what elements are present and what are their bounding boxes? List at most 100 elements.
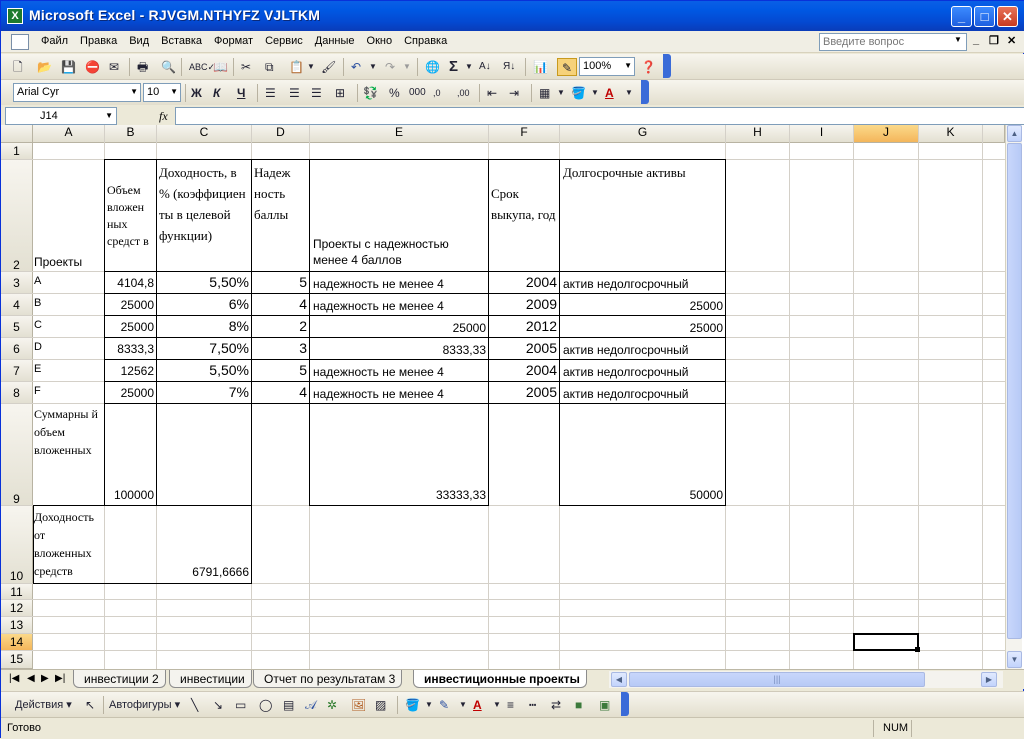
autosum-icon[interactable]: Σ (449, 58, 458, 76)
cell-e4[interactable]: надежность не менее 4 (309, 293, 489, 316)
zoom-select[interactable]: 100% ▼ (579, 57, 635, 76)
line-color-icon[interactable]: ✎ (439, 696, 449, 714)
sort-descending-icon[interactable]: Я↓ (503, 58, 515, 76)
cell-f3[interactable]: 2004 (488, 271, 560, 294)
column-header-k[interactable]: K (919, 125, 983, 143)
cell-c3[interactable]: 5,50% (156, 271, 252, 294)
new-icon[interactable]: 🗋 (13, 58, 23, 76)
active-cell-j14[interactable] (853, 633, 919, 651)
next-sheet-icon[interactable]: ▶ (41, 673, 49, 684)
column-header-h[interactable]: H (726, 125, 790, 143)
clipart-icon[interactable]: 🖼 (351, 696, 366, 714)
chevron-down-icon[interactable]: ▼ (403, 58, 411, 76)
cell-e8[interactable]: надежность не менее 4 (309, 381, 489, 404)
chevron-down-icon[interactable]: ▼ (591, 84, 599, 102)
align-center-icon[interactable]: ☰ (289, 84, 300, 102)
cell-f8[interactable]: 2005 (488, 381, 560, 404)
column-header-c[interactable]: C (157, 125, 252, 143)
cell-b7[interactable]: 12562 (104, 359, 157, 382)
draw-actions-menu[interactable]: Действия ▾ (15, 696, 72, 714)
column-header-g[interactable]: G (560, 125, 726, 143)
cell-b4[interactable]: 25000 (104, 293, 157, 316)
cell-a5[interactable]: C (34, 318, 104, 336)
cell-c10[interactable]: 6791,6666 (156, 565, 251, 583)
cell-e9[interactable]: 33333,33 (309, 403, 489, 506)
print-preview-icon[interactable]: 🔍 (161, 58, 176, 76)
cell-b8[interactable]: 25000 (104, 381, 157, 404)
toolbar-options-icon[interactable] (641, 80, 649, 104)
oval-icon[interactable]: ◯ (259, 696, 272, 714)
row-header-1[interactable]: 1 (1, 143, 33, 160)
spelling-icon[interactable]: ABC✓ (189, 58, 215, 76)
column-header-i[interactable]: I (790, 125, 854, 143)
permission-icon[interactable]: ⛔ (85, 58, 100, 76)
email-icon[interactable]: ✉ (109, 58, 119, 76)
cell-d5[interactable]: 2 (251, 315, 310, 338)
sheet-tab-invest-2[interactable]: инвестиции 2 (73, 670, 166, 688)
doc-restore-button[interactable]: ❐ (989, 34, 999, 47)
scroll-down-icon[interactable]: ▼ (1007, 651, 1022, 668)
borders-icon[interactable]: ▦ (539, 84, 550, 102)
select-all-corner[interactable] (1, 125, 33, 143)
row-header-13[interactable]: 13 (1, 617, 33, 634)
scroll-right-icon[interactable]: ▶ (981, 672, 997, 687)
font-color-icon[interactable]: A (605, 84, 614, 102)
workbook-icon[interactable] (11, 34, 29, 50)
column-header-l[interactable] (983, 125, 1005, 143)
paste-icon[interactable]: 📋 (289, 58, 304, 76)
increase-decimal-icon[interactable]: ,0 (433, 84, 441, 102)
row-header-6[interactable]: 6 (1, 338, 33, 360)
cell-c6[interactable]: 7,50% (156, 337, 252, 360)
menu-view[interactable]: Вид (129, 35, 157, 47)
column-header-a[interactable]: A (33, 125, 105, 143)
chevron-down-icon[interactable]: ▼ (369, 58, 377, 76)
excel-app-icon[interactable]: X (7, 8, 23, 24)
row-header-9[interactable]: 9 (1, 404, 33, 506)
cell-a7[interactable]: E (34, 362, 104, 380)
cell-g5[interactable]: 25000 (559, 315, 726, 338)
line-style-icon[interactable]: ≡ (507, 696, 514, 714)
cell-d3[interactable]: 5 (251, 271, 310, 294)
cell-g3[interactable]: актив недолгосрочный (559, 271, 726, 294)
hyperlink-icon[interactable]: 🌐 (425, 58, 440, 76)
sheet-tab-invest-projects[interactable]: инвестиционные проекты (413, 670, 587, 688)
wordart-icon[interactable]: 𝒜 (305, 696, 316, 714)
cut-icon[interactable]: ✂ (241, 58, 251, 76)
sheet-tab-report-3[interactable]: Отчет по результатам 3 (253, 670, 403, 688)
cell-e6[interactable]: 8333,33 (309, 337, 489, 360)
cell-c9[interactable] (156, 403, 252, 506)
cell-a2[interactable]: Проекты (34, 255, 104, 271)
toolbar-options-icon[interactable] (621, 692, 629, 716)
row-header-3[interactable]: 3 (1, 272, 33, 294)
row-header-11[interactable]: 11 (1, 584, 33, 600)
menu-tools[interactable]: Сервис (265, 35, 311, 47)
menu-help[interactable]: Справка (404, 35, 455, 47)
name-box[interactable]: J14 ▼ (5, 107, 117, 125)
redo-icon[interactable]: ↷ (385, 58, 395, 76)
cell-d8[interactable]: 4 (251, 381, 310, 404)
row-header-2[interactable]: 2 (1, 160, 33, 272)
chart-wizard-icon[interactable]: 📊 (533, 58, 548, 76)
fill-color-draw-icon[interactable]: 🪣 (405, 696, 420, 714)
align-right-icon[interactable]: ☰ (311, 84, 322, 102)
horizontal-scrollbar[interactable]: ◀ ||| ▶ (609, 671, 1003, 688)
help-question-input[interactable]: Введите вопрос (819, 33, 967, 51)
cell-c4[interactable]: 6% (156, 293, 252, 316)
italic-button[interactable]: К (213, 84, 220, 102)
font-size-select[interactable]: 10 ▼ (143, 83, 181, 102)
decrease-decimal-icon[interactable]: ,00 (457, 84, 470, 102)
cell-b2[interactable]: Объем вложен ных средст в (104, 159, 157, 272)
cell-g8[interactable]: актив недолгосрочный (559, 381, 726, 404)
first-sheet-icon[interactable]: |◀ (9, 673, 19, 684)
sheet-tab-invest[interactable]: инвестиции (169, 670, 252, 688)
column-header-b[interactable]: B (105, 125, 157, 143)
sort-ascending-icon[interactable]: A↓ (479, 58, 491, 76)
increase-indent-icon[interactable]: ⇥ (509, 84, 519, 102)
cell-f5[interactable]: 2012 (488, 315, 560, 338)
row-header-8[interactable]: 8 (1, 382, 33, 404)
menu-data[interactable]: Данные (315, 35, 363, 47)
menu-insert[interactable]: Вставка (161, 35, 210, 47)
row-header-10[interactable]: 10 (1, 506, 33, 584)
open-icon[interactable]: 📂 (37, 58, 52, 76)
cell-a9[interactable]: Суммарны й объем вложенных средств (34, 405, 104, 465)
